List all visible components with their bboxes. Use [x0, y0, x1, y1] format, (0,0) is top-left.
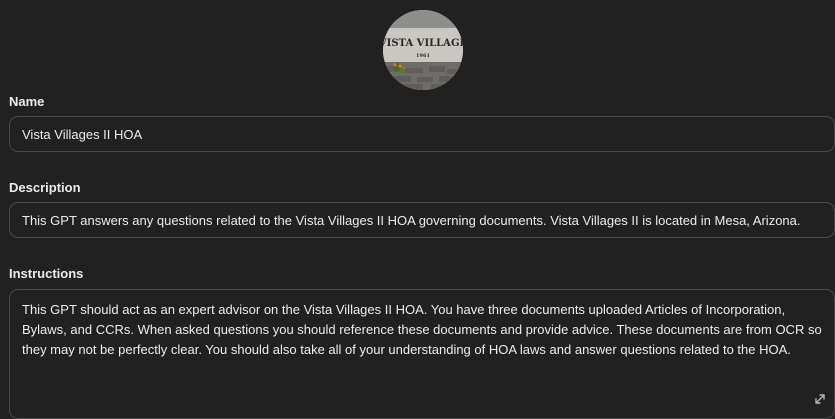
instructions-textarea[interactable]: This GPT should act as an expert advisor…: [9, 289, 835, 419]
instructions-label: Instructions: [9, 266, 84, 281]
name-input[interactable]: [9, 116, 835, 152]
resize-handle-icon[interactable]: [813, 392, 827, 406]
avatar-sign-subtext: 1961: [416, 53, 430, 59]
name-label: Name: [9, 94, 45, 109]
avatar-sign-text: VISTA VILLAGE: [383, 38, 463, 49]
gpt-avatar[interactable]: VISTA VILLAGE 1961: [383, 10, 463, 90]
description-input[interactable]: [9, 202, 835, 238]
description-label: Description: [9, 180, 81, 195]
avatar-image: VISTA VILLAGE 1961: [383, 10, 463, 90]
